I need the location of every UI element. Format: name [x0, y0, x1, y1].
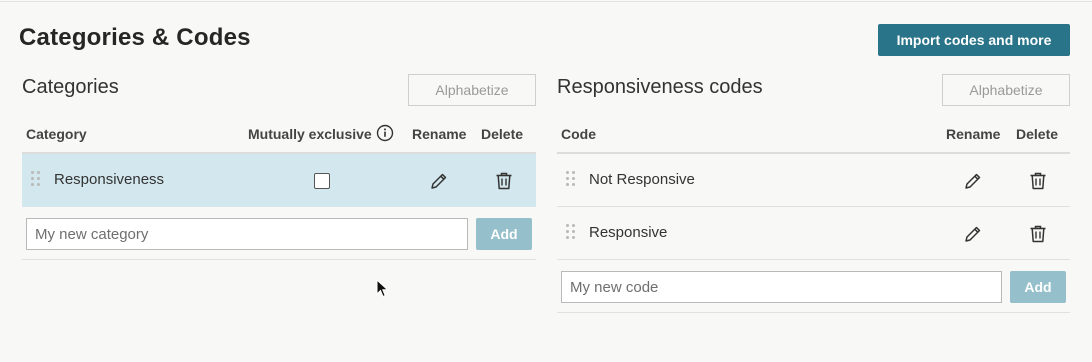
column-header-delete: Delete [481, 126, 524, 142]
categories-alphabetize-button[interactable]: Alphabetize [408, 74, 536, 106]
pencil-icon[interactable] [961, 169, 985, 193]
category-row[interactable]: Responsiveness [22, 154, 536, 207]
categories-panel-title: Categories [22, 76, 119, 98]
codes-panel: Responsiveness codes Alphabetize Code Re… [557, 74, 1070, 319]
code-row[interactable]: Not Responsive [557, 154, 1070, 207]
code-label: Responsive [589, 224, 668, 241]
drag-handle-icon[interactable] [31, 171, 41, 189]
column-header-rename: Rename [412, 126, 467, 142]
codes-alphabetize-button[interactable]: Alphabetize [942, 74, 1070, 106]
trash-icon[interactable] [1026, 169, 1050, 193]
pencil-icon[interactable] [427, 169, 451, 193]
codes-panel-title: Responsiveness codes [557, 76, 763, 98]
mutually-exclusive-checkbox[interactable] [314, 173, 330, 189]
code-label: Not Responsive [589, 171, 695, 188]
column-header-category[interactable]: Category [26, 126, 87, 142]
new-code-row: Add [557, 260, 1070, 313]
trash-icon[interactable] [492, 169, 516, 193]
import-codes-button[interactable]: Import codes and more [878, 24, 1070, 56]
top-divider [0, 1, 1092, 2]
column-header-delete: Delete [1016, 126, 1059, 142]
new-category-row: Add [22, 207, 536, 260]
pencil-icon[interactable] [961, 222, 985, 246]
drag-handle-icon[interactable] [566, 171, 576, 189]
info-icon[interactable] [376, 124, 394, 142]
new-code-input[interactable] [561, 271, 1002, 303]
add-category-button[interactable]: Add [476, 218, 532, 250]
categories-header-row: Category Mutually exclusive Rename Delet… [22, 120, 536, 154]
categories-panel: Categories Alphabetize Category Mutually… [22, 74, 536, 264]
add-code-button[interactable]: Add [1010, 271, 1066, 303]
mouse-cursor-icon [376, 278, 390, 299]
code-row[interactable]: Responsive [557, 207, 1070, 260]
trash-icon[interactable] [1026, 222, 1050, 246]
column-header-rename: Rename [946, 126, 1001, 142]
column-header-code[interactable]: Code [561, 126, 596, 142]
codes-header-row: Code Rename Delete [557, 120, 1070, 154]
drag-handle-icon[interactable] [566, 224, 576, 242]
page-title: Categories & Codes [19, 24, 251, 51]
column-header-mutually-exclusive: Mutually exclusive [248, 126, 372, 142]
category-label: Responsiveness [54, 171, 165, 188]
new-category-input[interactable] [26, 218, 468, 250]
